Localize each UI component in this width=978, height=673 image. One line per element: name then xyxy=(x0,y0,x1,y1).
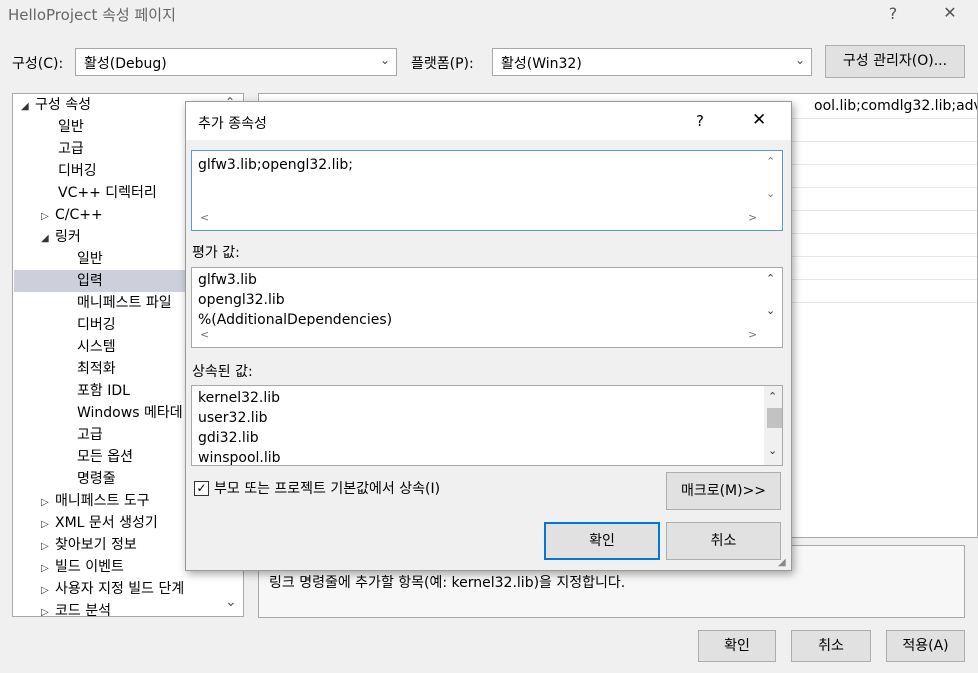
inherited-line: winspool.lib xyxy=(198,450,281,466)
inherited-label: 상속된 값: xyxy=(192,364,253,380)
inherit-checkbox-label[interactable]: 부모 또는 프로젝트 기본값에서 상속(I) xyxy=(214,478,440,498)
chevron-down-icon: ⌄ xyxy=(794,53,805,67)
tree-item-linker[interactable]: ◢ 링커 xyxy=(41,226,81,248)
cancel-button[interactable]: 취소 xyxy=(791,630,871,662)
evaluated-line: glfw3.lib xyxy=(198,272,257,288)
expand-icon[interactable]: ▷ xyxy=(41,580,55,602)
expand-icon[interactable]: ▷ xyxy=(41,206,55,228)
inherited-line: gdi32.lib xyxy=(198,430,259,446)
dialog-ok-button[interactable]: 확인 xyxy=(544,522,660,560)
tree-item[interactable]: ▷ 코드 분석 xyxy=(41,600,111,616)
close-button[interactable]: ✕ xyxy=(935,3,965,22)
tree-item[interactable]: 일반 xyxy=(58,116,84,138)
config-value: 활성(Debug) xyxy=(84,56,167,72)
tree-item[interactable]: 명령줄 xyxy=(77,468,116,490)
scroll-right-icon[interactable]: > xyxy=(748,211,757,224)
scroll-left-icon[interactable]: < xyxy=(200,328,209,341)
scroll-left-icon[interactable]: < xyxy=(200,211,209,224)
scroll-up-icon[interactable]: ⌃ xyxy=(766,155,775,168)
tree-item[interactable]: 매니페스트 파일 xyxy=(77,292,172,314)
scroll-up-icon[interactable]: ⌃ xyxy=(768,390,777,403)
resize-grip-icon[interactable]: ◢ xyxy=(778,557,786,568)
inherited-values-box[interactable]: kernel32.lib user32.lib gdi32.lib winspo… xyxy=(191,385,783,466)
expand-icon[interactable]: ▷ xyxy=(41,536,55,558)
expand-icon[interactable]: ◢ xyxy=(21,96,35,118)
dialog-cancel-button[interactable]: 취소 xyxy=(666,522,781,560)
tree-item[interactable]: 고급 xyxy=(77,424,103,446)
evaluated-values-box[interactable]: glfw3.lib opengl32.lib %(AdditionalDepen… xyxy=(191,267,783,348)
tree-item[interactable]: Windows 메타데 xyxy=(77,402,183,424)
tree-item[interactable]: ▷ 사용자 지정 빌드 단계 xyxy=(41,578,184,600)
ok-button[interactable]: 확인 xyxy=(698,630,776,662)
platform-label: 플랫폼(P): xyxy=(411,56,474,72)
dependencies-edit[interactable]: glfw3.lib;opengl32.lib; ⌃ ⌄ < > xyxy=(191,150,783,231)
expand-icon[interactable]: ▷ xyxy=(41,558,55,580)
tree-item[interactable]: 시스템 xyxy=(77,336,116,358)
additional-dependencies-dialog: 추가 종속성 ? ✕ glfw3.lib;opengl32.lib; ⌃ ⌄ <… xyxy=(185,101,792,571)
apply-button[interactable]: 적용(A) xyxy=(886,630,965,662)
scroll-right-icon[interactable]: > xyxy=(748,328,757,341)
tree-item[interactable]: 디버깅 xyxy=(58,160,97,182)
evaluated-line: opengl32.lib xyxy=(198,292,285,308)
chevron-down-icon: ⌄ xyxy=(379,53,390,67)
tree-item-cpp[interactable]: ▷ C/C++ xyxy=(41,204,103,226)
window-title: HelloProject 속성 페이지 xyxy=(8,6,176,24)
grid-row-value[interactable]: ool.lib;comdlg32.lib;advap xyxy=(814,98,977,114)
tree-item-config-props[interactable]: ◢ 구성 속성 xyxy=(21,94,91,116)
tree-item[interactable]: 모든 옵션 xyxy=(77,446,133,468)
tree-item[interactable]: 최적화 xyxy=(77,358,116,380)
scroll-down-icon[interactable]: ⌄ xyxy=(766,304,775,317)
expand-icon[interactable]: ▷ xyxy=(41,602,55,616)
inherited-line: user32.lib xyxy=(198,410,268,426)
expand-icon[interactable]: ▷ xyxy=(41,514,55,536)
platform-combo[interactable]: 활성(Win32) ⌄ xyxy=(492,48,812,76)
collapse-icon[interactable]: ◢ xyxy=(41,228,55,250)
dependencies-edit-text[interactable]: glfw3.lib;opengl32.lib; xyxy=(198,157,353,173)
tree-item[interactable]: ▷ 매니페스트 도구 xyxy=(41,490,150,512)
scroll-down-icon[interactable]: ⌄ xyxy=(766,187,775,200)
dialog-close-button[interactable]: ✕ xyxy=(752,110,766,130)
dialog-title: 추가 종속성 xyxy=(198,116,267,132)
config-combo[interactable]: 활성(Debug) ⌄ xyxy=(75,48,397,76)
inherit-checkbox[interactable]: ✓ xyxy=(194,481,209,496)
evaluated-label: 평가 값: xyxy=(192,245,240,261)
scroll-up-icon[interactable]: ⌃ xyxy=(766,272,775,285)
scroll-down-icon[interactable]: ⌄ xyxy=(225,594,237,610)
tree-item[interactable]: ▷ 찾아보기 정보 xyxy=(41,534,137,556)
dialog-help-button[interactable]: ? xyxy=(696,112,704,130)
tree-item[interactable]: ▷ 빌드 이벤트 xyxy=(41,556,124,578)
scroll-down-icon[interactable]: ⌄ xyxy=(768,444,777,457)
help-button[interactable]: ? xyxy=(878,4,908,23)
platform-value: 활성(Win32) xyxy=(501,56,582,72)
tree-item[interactable]: 고급 xyxy=(58,138,84,160)
config-manager-button[interactable]: 구성 관리자(O)... xyxy=(825,45,965,78)
config-label: 구성(C): xyxy=(12,56,64,72)
tree-item[interactable]: 디버깅 xyxy=(77,314,116,336)
scrollbar-thumb[interactable] xyxy=(767,408,782,428)
expand-icon[interactable]: ▷ xyxy=(41,492,55,514)
tree-item[interactable]: VC++ 디렉터리 xyxy=(58,182,157,204)
inherited-line: kernel32.lib xyxy=(198,390,281,406)
tree-item[interactable]: 포함 IDL xyxy=(77,380,130,402)
tree-item[interactable]: 일반 xyxy=(77,248,103,270)
tree-item[interactable]: ▷ XML 문서 생성기 xyxy=(41,512,158,534)
macro-button[interactable]: 매크로(M)>> xyxy=(666,472,781,510)
